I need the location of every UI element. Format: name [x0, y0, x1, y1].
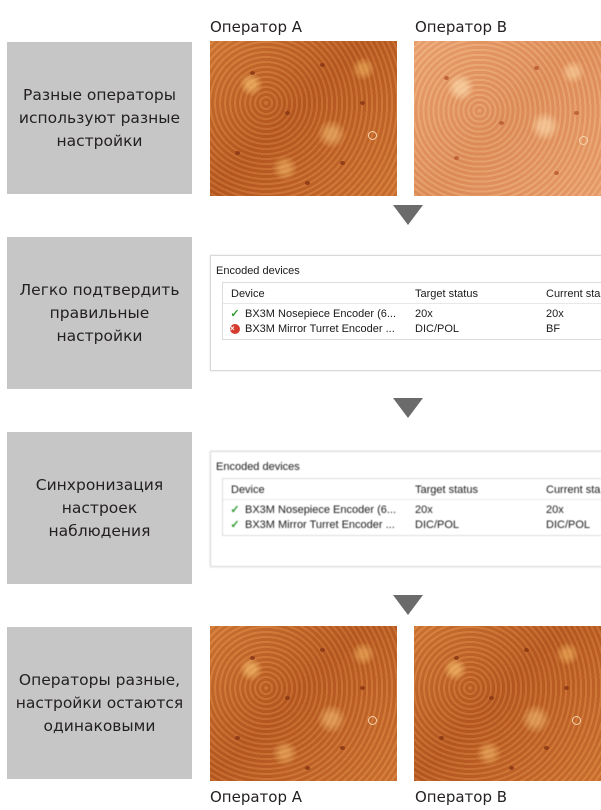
device-name[interactable]: BX3M Mirror Turret Encoder ...	[245, 519, 395, 531]
target-status: DIC/POL	[415, 519, 460, 531]
encoded-devices-panel-synced: Encoded devices Device Target status Cur…	[210, 451, 601, 567]
step-2-box: Легко подтвердить правильные настройки	[7, 237, 192, 389]
column-header-device[interactable]: Device	[231, 288, 265, 300]
device-name[interactable]: BX3M Nosepiece Encoder (6...	[245, 308, 396, 320]
error-icon-wrap: ×	[229, 323, 241, 335]
panel-title: Encoded devices	[216, 461, 300, 473]
column-header-current-status[interactable]: Current sta	[546, 484, 600, 496]
check-icon: ✓	[230, 504, 240, 516]
caption-operator-a-bottom: Оператор A	[210, 788, 303, 806]
flow-arrow-1	[393, 205, 423, 225]
column-header-device[interactable]: Device	[231, 484, 265, 496]
sample-image-operator-a-before	[210, 41, 397, 196]
device-name[interactable]: BX3M Mirror Turret Encoder ...	[245, 323, 395, 335]
caption-operator-b-bottom: Оператор B	[415, 788, 508, 806]
sample-image-operator-b-before	[414, 41, 601, 196]
column-header-current-status[interactable]: Current sta	[546, 288, 600, 300]
current-status: BF	[546, 323, 561, 335]
device-name[interactable]: BX3M Nosepiece Encoder (6...	[245, 504, 396, 516]
current-status: 20x	[546, 504, 564, 516]
column-header-target-status[interactable]: Target status	[415, 288, 478, 300]
caption-operator-b-top: Оператор B	[415, 18, 508, 36]
flow-arrow-2	[393, 398, 423, 418]
target-status: 20x	[415, 504, 433, 516]
sample-image-operator-b-after	[414, 626, 601, 781]
target-status: DIC/POL	[415, 323, 460, 335]
check-icon: ✓	[230, 519, 240, 531]
flow-arrow-3	[393, 595, 423, 615]
header-divider	[223, 303, 601, 304]
caption-operator-a-top: Оператор A	[210, 18, 303, 36]
panel-title: Encoded devices	[216, 265, 300, 277]
target-status: 20x	[415, 308, 433, 320]
current-status: 20x	[546, 308, 564, 320]
error-icon: ×	[230, 324, 240, 334]
step-1-box: Разные операторы используют разные настр…	[7, 42, 192, 194]
current-status: DIC/POL	[546, 519, 591, 531]
step-3-box: Синхронизация настроек наблюдения	[7, 432, 192, 584]
header-divider	[223, 499, 601, 500]
step-4-box: Операторы разные, настройки остаются оди…	[7, 627, 192, 779]
column-header-target-status[interactable]: Target status	[415, 484, 478, 496]
sample-image-operator-a-after	[210, 626, 397, 781]
encoded-devices-panel-mismatch: Encoded devices Device Target status Cur…	[210, 255, 601, 371]
devices-table: Device Target status Current sta ✓ BX3M …	[222, 282, 601, 340]
devices-table: Device Target status Current sta ✓ BX3M …	[222, 478, 601, 536]
check-icon: ✓	[230, 308, 240, 320]
